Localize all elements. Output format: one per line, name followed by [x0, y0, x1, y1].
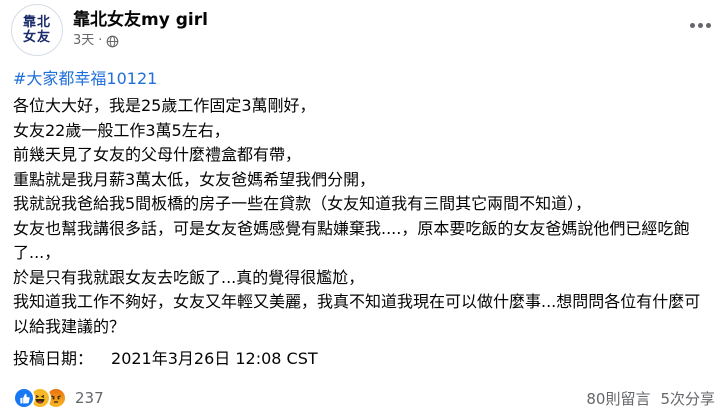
avatar-logo-text: 靠北 女友: [17, 15, 57, 45]
posted-date-value: 2021年3月26日 12:08 CST: [111, 349, 318, 368]
shares-count-link[interactable]: 5次分享: [660, 388, 715, 409]
like-icon: [13, 387, 35, 409]
globe-icon[interactable]: [106, 35, 119, 48]
page-name-link[interactable]: 靠北女友my girl: [73, 10, 208, 30]
body-line: 於是只有我就跟女友去吃飯了...真的覺得很尷尬，: [13, 267, 365, 287]
reaction-count: 237: [75, 389, 104, 407]
body-line: 女友22歲一般工作3萬5左右，: [13, 120, 230, 140]
avatar-text-line-1: 靠北: [22, 15, 51, 30]
comments-count-link[interactable]: 80則留言: [586, 388, 650, 409]
more-options-dot: [705, 22, 711, 28]
facebook-post: 靠北 女友 靠北女友my girl 3天 · #大家都幸福10121 各位大大好…: [0, 0, 725, 420]
body-line: 各位大大好，我是25歲工作固定3萬剛好，: [13, 96, 316, 115]
posted-date-label: 投稿日期：: [13, 349, 94, 368]
more-options-dot: [697, 22, 703, 28]
hashtag-link[interactable]: #大家都幸福10121: [13, 69, 157, 89]
post-footer: 237 80則留言 5次分享: [13, 386, 715, 410]
post-time-link[interactable]: 3天: [73, 33, 94, 49]
body-line: 女友也幫我講很多話，可是女友爸媽感覺有點嫌棄我....，原本要吃飯的女友爸媽說他…: [13, 218, 690, 263]
more-options-icon: [689, 22, 695, 28]
post-meta: 3天 ·: [73, 33, 119, 49]
engagement-counts: 80則留言 5次分享: [586, 388, 715, 409]
body-line: 前幾天見了女友的父母什麼禮盒都有帶，: [13, 145, 302, 164]
body-line: 我知道我工作不夠好，女友又年輕又美麗，我真不知道我現在可以做什麼事...想問問各…: [13, 292, 701, 336]
body-line: 重點就是我月薪3萬太低，女友爸媽希望我們分開，: [13, 169, 376, 189]
meta-separator: ·: [98, 33, 103, 48]
avatar-text-line-2: 女友: [22, 30, 51, 45]
more-options-button[interactable]: [685, 14, 715, 36]
posted-date: 投稿日期： 2021年3月26日 12:08 CST: [13, 348, 318, 370]
body-line: 我就說我爸給我5間板橋的房子一些在貸款（女友知道我有三間其它兩間不知道），: [13, 194, 592, 213]
page-avatar[interactable]: 靠北 女友: [11, 4, 63, 56]
post-body: 各位大大好，我是25歲工作固定3萬剛好， 女友22歲一般工作3萬5左右， 前幾天…: [13, 94, 703, 339]
reactions-summary[interactable]: 237: [13, 387, 104, 409]
